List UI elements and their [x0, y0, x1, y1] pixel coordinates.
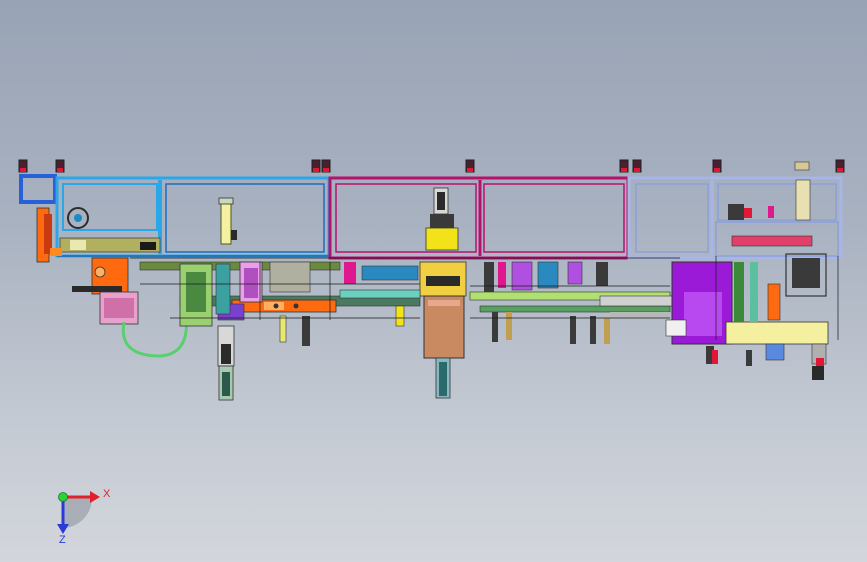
triad-origin — [58, 492, 68, 502]
main-lift-cylinder — [419, 187, 467, 399]
left-pick-arm — [72, 257, 188, 358]
left-center-modules — [179, 261, 419, 401]
triad-shadow — [62, 498, 92, 528]
coordinate-triad: X Z — [57, 488, 111, 546]
purple-unit — [665, 261, 733, 364]
right-end-assembly — [725, 179, 829, 380]
left-end-assembly — [36, 207, 161, 263]
blue-frame-cylinder — [218, 197, 237, 245]
leveling-feet-row — [18, 159, 845, 173]
x-axis-arrowhead — [90, 491, 100, 503]
orange-carriage — [217, 299, 337, 321]
right-center-clamps — [484, 261, 610, 344]
frame-magenta-section — [328, 176, 630, 260]
z-axis-arrowhead — [57, 524, 69, 534]
z-axis-label: Z — [59, 534, 66, 546]
x-axis-label: X — [103, 488, 111, 500]
cad-viewport[interactable]: X Z — [0, 0, 867, 562]
